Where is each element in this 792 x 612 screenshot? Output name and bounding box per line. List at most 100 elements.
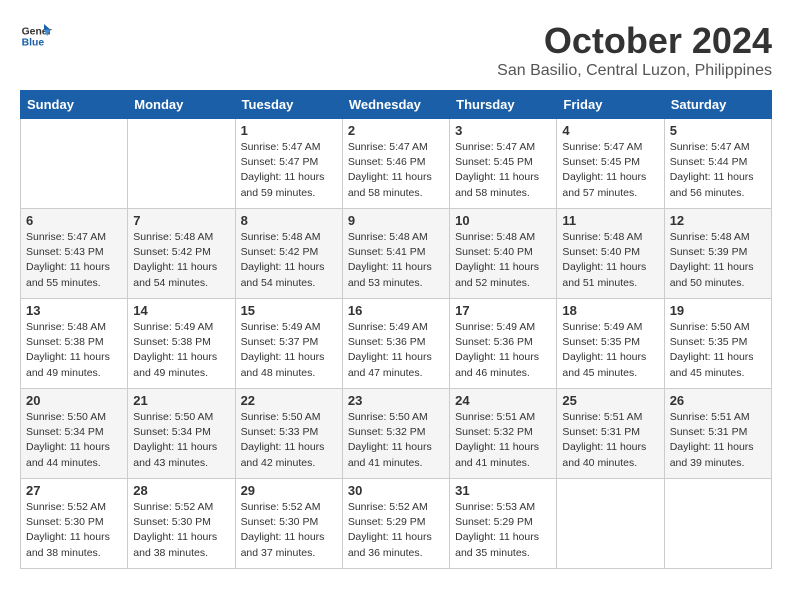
day-info: Sunrise: 5:49 AM Sunset: 5:36 PM Dayligh… bbox=[455, 320, 551, 381]
calendar-cell bbox=[664, 479, 771, 569]
day-info: Sunrise: 5:48 AM Sunset: 5:39 PM Dayligh… bbox=[670, 230, 766, 291]
day-info: Sunrise: 5:49 AM Sunset: 5:35 PM Dayligh… bbox=[562, 320, 658, 381]
calendar-cell bbox=[557, 479, 664, 569]
calendar-cell: 11 Sunrise: 5:48 AM Sunset: 5:40 PM Dayli… bbox=[557, 209, 664, 299]
day-number: 15 bbox=[241, 303, 337, 318]
calendar-cell: 20 Sunrise: 5:50 AM Sunset: 5:34 PM Dayli… bbox=[21, 389, 128, 479]
location-title: San Basilio, Central Luzon, Philippines bbox=[497, 62, 772, 80]
calendar-cell: 14 Sunrise: 5:49 AM Sunset: 5:38 PM Dayli… bbox=[128, 299, 235, 389]
day-info: Sunrise: 5:47 AM Sunset: 5:47 PM Dayligh… bbox=[241, 140, 337, 201]
day-number: 8 bbox=[241, 213, 337, 228]
day-info: Sunrise: 5:52 AM Sunset: 5:30 PM Dayligh… bbox=[241, 500, 337, 561]
calendar-cell: 12Sunrise: 5:48 AM Sunset: 5:39 PM Dayli… bbox=[664, 209, 771, 299]
day-info: Sunrise: 5:50 AM Sunset: 5:34 PM Dayligh… bbox=[26, 410, 122, 471]
day-info: Sunrise: 5:52 AM Sunset: 5:29 PM Dayligh… bbox=[348, 500, 444, 561]
calendar-cell: 15 Sunrise: 5:49 AM Sunset: 5:37 PM Dayli… bbox=[235, 299, 342, 389]
day-number: 11 bbox=[562, 213, 658, 228]
calendar-cell: 25Sunrise: 5:51 AM Sunset: 5:31 PM Dayli… bbox=[557, 389, 664, 479]
header-friday: Friday bbox=[557, 91, 664, 119]
calendar-cell: 18 Sunrise: 5:49 AM Sunset: 5:35 PM Dayli… bbox=[557, 299, 664, 389]
day-number: 6 bbox=[26, 213, 122, 228]
day-info: Sunrise: 5:50 AM Sunset: 5:34 PM Dayligh… bbox=[133, 410, 229, 471]
day-number: 16 bbox=[348, 303, 444, 318]
calendar-table: SundayMondayTuesdayWednesdayThursdayFrid… bbox=[20, 90, 772, 569]
day-number: 14 bbox=[133, 303, 229, 318]
week-row-4: 27Sunrise: 5:52 AM Sunset: 5:30 PM Dayli… bbox=[21, 479, 772, 569]
day-info: Sunrise: 5:50 AM Sunset: 5:33 PM Dayligh… bbox=[241, 410, 337, 471]
day-number: 28 bbox=[133, 483, 229, 498]
calendar-cell: 7Sunrise: 5:48 AM Sunset: 5:42 PM Daylig… bbox=[128, 209, 235, 299]
day-number: 3 bbox=[455, 123, 551, 138]
header-sunday: Sunday bbox=[21, 91, 128, 119]
day-number: 21 bbox=[133, 393, 229, 408]
calendar-header: SundayMondayTuesdayWednesdayThursdayFrid… bbox=[21, 91, 772, 119]
day-info: Sunrise: 5:52 AM Sunset: 5:30 PM Dayligh… bbox=[133, 500, 229, 561]
calendar-cell: 6 Sunrise: 5:47 AM Sunset: 5:43 PM Daylig… bbox=[21, 209, 128, 299]
calendar-cell: 1 Sunrise: 5:47 AM Sunset: 5:47 PM Daylig… bbox=[235, 119, 342, 209]
day-info: Sunrise: 5:51 AM Sunset: 5:31 PM Dayligh… bbox=[670, 410, 766, 471]
calendar-body: 1 Sunrise: 5:47 AM Sunset: 5:47 PM Daylig… bbox=[21, 119, 772, 569]
day-info: Sunrise: 5:48 AM Sunset: 5:40 PM Dayligh… bbox=[562, 230, 658, 291]
calendar-cell: 2 Sunrise: 5:47 AM Sunset: 5:46 PM Daylig… bbox=[342, 119, 449, 209]
day-info: Sunrise: 5:50 AM Sunset: 5:32 PM Dayligh… bbox=[348, 410, 444, 471]
day-info: Sunrise: 5:47 AM Sunset: 5:46 PM Dayligh… bbox=[348, 140, 444, 201]
day-number: 13 bbox=[26, 303, 122, 318]
day-number: 10 bbox=[455, 213, 551, 228]
calendar-cell: 3Sunrise: 5:47 AM Sunset: 5:45 PM Daylig… bbox=[450, 119, 557, 209]
day-info: Sunrise: 5:48 AM Sunset: 5:40 PM Dayligh… bbox=[455, 230, 551, 291]
calendar-cell: 24 Sunrise: 5:51 AM Sunset: 5:32 PM Dayli… bbox=[450, 389, 557, 479]
day-number: 1 bbox=[241, 123, 337, 138]
calendar-cell: 22 Sunrise: 5:50 AM Sunset: 5:33 PM Dayli… bbox=[235, 389, 342, 479]
day-info: Sunrise: 5:48 AM Sunset: 5:42 PM Dayligh… bbox=[133, 230, 229, 291]
header-tuesday: Tuesday bbox=[235, 91, 342, 119]
day-number: 5 bbox=[670, 123, 766, 138]
day-info: Sunrise: 5:48 AM Sunset: 5:41 PM Dayligh… bbox=[348, 230, 444, 291]
week-row-2: 13 Sunrise: 5:48 AM Sunset: 5:38 PM Dayli… bbox=[21, 299, 772, 389]
svg-text:Blue: Blue bbox=[22, 38, 45, 49]
calendar-cell: 29Sunrise: 5:52 AM Sunset: 5:30 PM Dayli… bbox=[235, 479, 342, 569]
calendar-cell bbox=[128, 119, 235, 209]
calendar-cell: 5 Sunrise: 5:47 AM Sunset: 5:44 PM Daylig… bbox=[664, 119, 771, 209]
calendar-cell: 17 Sunrise: 5:49 AM Sunset: 5:36 PM Dayli… bbox=[450, 299, 557, 389]
calendar-cell: 9Sunrise: 5:48 AM Sunset: 5:41 PM Daylig… bbox=[342, 209, 449, 299]
calendar-cell: 19 Sunrise: 5:50 AM Sunset: 5:35 PM Dayli… bbox=[664, 299, 771, 389]
day-info: Sunrise: 5:52 AM Sunset: 5:30 PM Dayligh… bbox=[26, 500, 122, 561]
day-number: 18 bbox=[562, 303, 658, 318]
calendar-cell: 16 Sunrise: 5:49 AM Sunset: 5:36 PM Dayli… bbox=[342, 299, 449, 389]
day-number: 20 bbox=[26, 393, 122, 408]
day-number: 26 bbox=[670, 393, 766, 408]
logo: General Blue bbox=[20, 20, 52, 52]
day-info: Sunrise: 5:47 AM Sunset: 5:44 PM Dayligh… bbox=[670, 140, 766, 201]
day-info: Sunrise: 5:49 AM Sunset: 5:37 PM Dayligh… bbox=[241, 320, 337, 381]
calendar-cell: 21 Sunrise: 5:50 AM Sunset: 5:34 PM Dayli… bbox=[128, 389, 235, 479]
day-number: 31 bbox=[455, 483, 551, 498]
day-number: 30 bbox=[348, 483, 444, 498]
day-info: Sunrise: 5:49 AM Sunset: 5:36 PM Dayligh… bbox=[348, 320, 444, 381]
day-number: 4 bbox=[562, 123, 658, 138]
week-row-0: 1 Sunrise: 5:47 AM Sunset: 5:47 PM Daylig… bbox=[21, 119, 772, 209]
title-block: October 2024 San Basilio, Central Luzon,… bbox=[497, 20, 772, 80]
calendar-cell: 10 Sunrise: 5:48 AM Sunset: 5:40 PM Dayli… bbox=[450, 209, 557, 299]
logo-icon: General Blue bbox=[20, 20, 52, 52]
header-monday: Monday bbox=[128, 91, 235, 119]
day-number: 19 bbox=[670, 303, 766, 318]
day-info: Sunrise: 5:49 AM Sunset: 5:38 PM Dayligh… bbox=[133, 320, 229, 381]
day-number: 24 bbox=[455, 393, 551, 408]
day-info: Sunrise: 5:47 AM Sunset: 5:43 PM Dayligh… bbox=[26, 230, 122, 291]
calendar-cell: 26 Sunrise: 5:51 AM Sunset: 5:31 PM Dayli… bbox=[664, 389, 771, 479]
day-info: Sunrise: 5:50 AM Sunset: 5:35 PM Dayligh… bbox=[670, 320, 766, 381]
calendar-cell: 23Sunrise: 5:50 AM Sunset: 5:32 PM Dayli… bbox=[342, 389, 449, 479]
day-number: 22 bbox=[241, 393, 337, 408]
day-info: Sunrise: 5:51 AM Sunset: 5:32 PM Dayligh… bbox=[455, 410, 551, 471]
calendar-cell: 4Sunrise: 5:47 AM Sunset: 5:45 PM Daylig… bbox=[557, 119, 664, 209]
day-info: Sunrise: 5:48 AM Sunset: 5:42 PM Dayligh… bbox=[241, 230, 337, 291]
header-wednesday: Wednesday bbox=[342, 91, 449, 119]
day-number: 2 bbox=[348, 123, 444, 138]
day-info: Sunrise: 5:48 AM Sunset: 5:38 PM Dayligh… bbox=[26, 320, 122, 381]
header-thursday: Thursday bbox=[450, 91, 557, 119]
day-info: Sunrise: 5:53 AM Sunset: 5:29 PM Dayligh… bbox=[455, 500, 551, 561]
week-row-3: 20 Sunrise: 5:50 AM Sunset: 5:34 PM Dayli… bbox=[21, 389, 772, 479]
day-number: 17 bbox=[455, 303, 551, 318]
calendar-cell: 13 Sunrise: 5:48 AM Sunset: 5:38 PM Dayli… bbox=[21, 299, 128, 389]
calendar-cell: 31 Sunrise: 5:53 AM Sunset: 5:29 PM Dayli… bbox=[450, 479, 557, 569]
